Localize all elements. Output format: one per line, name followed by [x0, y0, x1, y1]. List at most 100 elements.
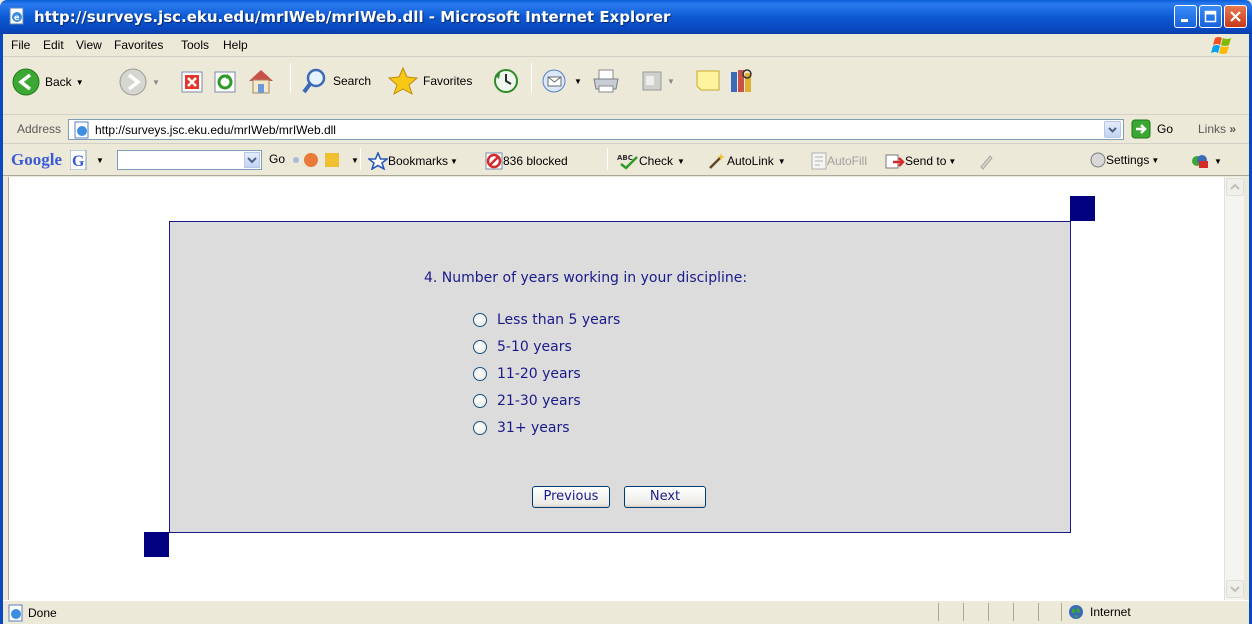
back-label: Back	[45, 75, 72, 89]
menu-tools[interactable]: Tools	[181, 38, 209, 52]
mail-dropdown-icon[interactable]: ▼	[574, 77, 582, 86]
messenger-dropdown-icon: ▼	[1214, 156, 1222, 166]
stop-button[interactable]	[180, 70, 204, 94]
highlight-button[interactable]	[977, 152, 995, 170]
back-arrow-icon	[12, 68, 40, 96]
print-button[interactable]	[591, 67, 621, 95]
history-button[interactable]	[492, 67, 520, 95]
mail-button[interactable]: ▼	[542, 67, 582, 95]
stop-icon	[181, 71, 203, 93]
back-button[interactable]: Back ▼	[11, 67, 84, 97]
scroll-down-button[interactable]	[1226, 580, 1244, 598]
menu-help[interactable]: Help	[223, 38, 248, 52]
forward-button[interactable]: ▼	[118, 67, 160, 97]
forward-dropdown-icon[interactable]: ▼	[152, 78, 160, 87]
spell-check-button[interactable]: ABC Check ▼	[617, 152, 685, 170]
status-divider	[1038, 603, 1039, 621]
next-button[interactable]: Next	[624, 486, 706, 508]
discuss-note-icon	[696, 70, 720, 91]
messenger-button[interactable]: ▼	[1190, 152, 1222, 170]
minimize-button[interactable]	[1174, 5, 1197, 28]
check-label: Check	[639, 154, 674, 168]
address-input[interactable]: http://surveys.jsc.eku.edu/mrIWeb/mrIWeb…	[68, 119, 1124, 140]
maximize-button[interactable]	[1199, 5, 1222, 28]
google-go-button[interactable]: Go	[269, 152, 285, 166]
option-21-30-years[interactable]: 21-30 years	[473, 393, 581, 409]
menu-file[interactable]: File	[11, 38, 30, 52]
back-dropdown-icon[interactable]: ▼	[76, 78, 84, 87]
bookmarks-dropdown-icon: ▼	[450, 156, 458, 166]
close-button[interactable]	[1224, 5, 1247, 28]
edit-dropdown-icon[interactable]: ▼	[667, 77, 675, 86]
radio-button[interactable]	[473, 367, 487, 381]
chevron-up-icon	[1230, 183, 1240, 190]
links-button[interactable]: Links »	[1198, 122, 1236, 136]
security-zone[interactable]: Internet	[1068, 604, 1131, 620]
settings-button[interactable]: Settings ▼	[1090, 152, 1159, 168]
option-11-20-years[interactable]: 11-20 years	[473, 366, 581, 382]
scroll-up-button[interactable]	[1226, 178, 1244, 196]
option-5-10-years[interactable]: 5-10 years	[473, 339, 572, 355]
popup-blocker-button[interactable]: 836 blocked	[485, 152, 568, 170]
google-toolbar: Google G ▼ Go ▼ Bookmarks ▼ 836 blocked …	[3, 144, 1249, 176]
favorites-button[interactable]: Favorites	[387, 66, 472, 96]
research-button[interactable]	[728, 66, 756, 96]
autolink-dropdown-icon: ▼	[777, 156, 786, 166]
discuss-button[interactable]	[695, 68, 721, 94]
google-search-options-icon	[293, 153, 339, 167]
option-label: 11-20 years	[497, 366, 581, 382]
send-to-button[interactable]: Send to ▼	[885, 152, 956, 170]
option-label: 5-10 years	[497, 339, 572, 355]
highlighter-icon	[980, 155, 993, 170]
option-label: 21-30 years	[497, 393, 581, 409]
home-icon	[249, 70, 273, 94]
option-31-plus-years[interactable]: 31+ years	[473, 420, 570, 436]
globe-icon	[1069, 605, 1083, 619]
refresh-button[interactable]	[213, 70, 237, 94]
vertical-scrollbar[interactable]	[1224, 177, 1244, 600]
window-title: http://surveys.jsc.eku.edu/mrIWeb/mrIWeb…	[34, 8, 671, 26]
previous-button[interactable]: Previous	[532, 486, 610, 508]
ie-page-icon	[74, 121, 89, 139]
title-bar[interactable]: e http://surveys.jsc.eku.edu/mrIWeb/mrIW…	[0, 0, 1252, 34]
send-to-icon	[885, 154, 905, 169]
bookmarks-label: Bookmarks	[388, 154, 449, 168]
settings-dropdown-icon: ▼	[1151, 155, 1160, 165]
radio-button[interactable]	[473, 340, 487, 354]
go-button[interactable]: Go	[1131, 119, 1173, 139]
send-to-dropdown-icon: ▼	[948, 156, 957, 166]
status-divider	[988, 603, 989, 621]
google-search-input[interactable]	[117, 150, 262, 170]
radio-button[interactable]	[473, 421, 487, 435]
menu-view[interactable]: View	[76, 38, 102, 52]
home-button[interactable]	[246, 67, 276, 95]
go-arrow-icon	[1131, 119, 1151, 139]
google-brand: Google	[11, 150, 62, 169]
option-less-than-5-years[interactable]: Less than 5 years	[473, 312, 620, 328]
address-dropdown-button[interactable]	[1104, 121, 1121, 138]
bookmarks-button[interactable]: Bookmarks ▼	[368, 152, 458, 170]
google-nav-icons[interactable]: ▼	[291, 150, 359, 170]
menu-favorites[interactable]: Favorites	[114, 38, 163, 52]
edit-button[interactable]: ▼	[641, 70, 675, 92]
search-button[interactable]: Search	[301, 67, 371, 95]
corner-square-top-right	[1070, 196, 1095, 221]
svg-text:ABC: ABC	[617, 154, 633, 162]
status-bar: Done Internet	[3, 600, 1249, 624]
menu-edit[interactable]: Edit	[43, 38, 64, 52]
toolbar-separator	[531, 63, 532, 93]
google-g-menu[interactable]: G ▼	[70, 150, 104, 170]
refresh-icon	[214, 71, 236, 93]
research-books-icon	[731, 69, 752, 92]
status-divider	[938, 603, 939, 621]
zone-label: Internet	[1090, 605, 1131, 619]
toolbar-separator	[360, 148, 361, 170]
google-search-dropdown-button[interactable]	[244, 152, 260, 168]
google-logo[interactable]: Google	[11, 150, 62, 170]
status-divider	[963, 603, 964, 621]
autolink-button[interactable]: AutoLink ▼	[707, 152, 786, 170]
toolbar-separator	[607, 148, 608, 170]
radio-button[interactable]	[473, 313, 487, 327]
radio-button[interactable]	[473, 394, 487, 408]
autofill-button[interactable]: AutoFill	[811, 152, 867, 170]
